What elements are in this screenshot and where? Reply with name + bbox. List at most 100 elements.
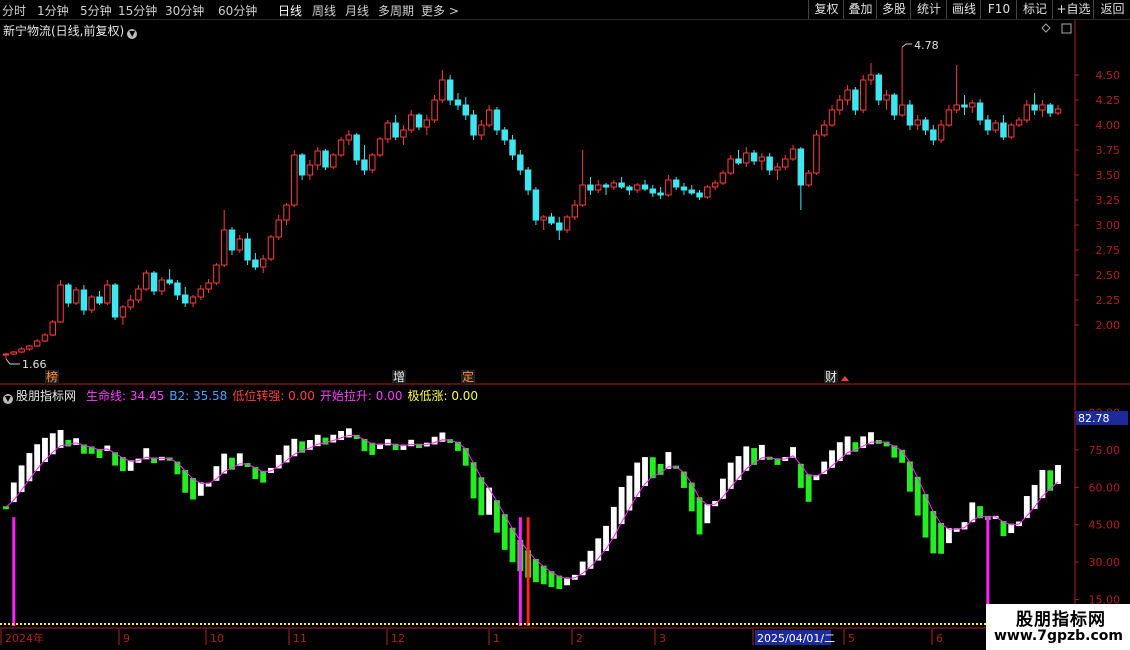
candle-body [945, 109, 953, 126]
candle-body [80, 289, 88, 311]
chevron-down-icon[interactable]: ▼ [127, 29, 138, 39]
candle-body [213, 264, 220, 284]
candle-body [969, 102, 976, 108]
signal-bar [12, 517, 16, 626]
candle-body [454, 99, 462, 106]
toolbar-button-4[interactable]: 画线 [946, 0, 981, 19]
candle-body [384, 122, 392, 140]
candle-body [961, 104, 968, 108]
tab-3[interactable]: 15分钟 [118, 2, 157, 19]
time-label: 10 [210, 632, 224, 645]
candle-body [828, 109, 836, 126]
candle-body [595, 184, 602, 191]
candle-body [789, 148, 797, 160]
event-marker: 榜 [46, 369, 58, 384]
indicator-block [65, 439, 72, 447]
toolbar-button-3[interactable]: 统计 [910, 0, 947, 19]
ind-tick-label: 75.00 [1089, 444, 1121, 457]
indicator-block [190, 477, 196, 500]
tab-4[interactable]: 30分钟 [165, 2, 204, 19]
indicator-field-0: 生命线: 34.45 [86, 389, 165, 403]
toolbar-button-1[interactable]: 叠加 [843, 0, 877, 19]
indicator-block [696, 497, 703, 535]
tab-8[interactable]: 月线 [345, 2, 369, 19]
tab-7[interactable]: 周线 [312, 2, 336, 19]
toolbar-button-5[interactable]: F10 [980, 0, 1017, 19]
candle-body [587, 184, 594, 191]
indicator-block [836, 442, 843, 462]
candle-body [33, 340, 41, 347]
indicator-block [197, 482, 204, 496]
price-tick-label: 2.75 [1096, 244, 1121, 257]
indicator-block [1047, 470, 1054, 491]
ind-tick-label: 45.00 [1089, 519, 1121, 532]
candle-body [914, 119, 921, 126]
price-tick-label: 3.25 [1096, 194, 1121, 207]
time-label: 2 [576, 632, 583, 645]
indicator-fields: 生命线: 34.45 B2: 35.58 低位转强: 0.00 开始拉升: 0.00 极… [81, 389, 483, 403]
candle-body [618, 182, 625, 188]
chevron-down-icon[interactable]: ▼ [3, 394, 13, 404]
candle-body [127, 299, 134, 308]
toolbar-button-8[interactable]: 返回 [1093, 0, 1130, 19]
candle-body [937, 124, 945, 141]
candle-body [992, 122, 999, 131]
tab-9[interactable]: 多周期 [378, 2, 414, 19]
candle-body [478, 124, 485, 136]
toolbar-button-6[interactable]: 标记 [1016, 0, 1053, 19]
event-marker: 增 [393, 370, 405, 384]
candle-body [774, 166, 781, 171]
up-arrow-icon [841, 376, 849, 381]
candle-body [719, 172, 727, 184]
candle-body [220, 229, 228, 266]
ind-tick-label: 60.00 [1089, 481, 1121, 494]
toolbar-button-0[interactable]: 复权 [808, 0, 844, 19]
indicator-field-2: 低位转强: 0.00 [232, 389, 315, 403]
toolbar-button-7[interactable]: +自选 [1052, 0, 1094, 19]
indicator-block [462, 448, 469, 466]
candle-body [369, 154, 376, 171]
candle-body [2, 353, 10, 356]
candle-body [813, 134, 820, 174]
candle-body [540, 216, 547, 221]
event-marker: 定 [462, 369, 474, 384]
candle-body [291, 154, 298, 206]
tab-6[interactable]: 日线 [278, 2, 302, 19]
candle-body [953, 104, 960, 111]
indicator-name[interactable]: 股朋指标网 [16, 389, 76, 403]
candle-body [423, 119, 431, 128]
indicator-block [384, 439, 391, 446]
toolbar-button-2[interactable]: 多股 [876, 0, 911, 19]
candle-body [111, 284, 119, 318]
candle-body [867, 74, 875, 81]
tab-1[interactable]: 1分钟 [37, 2, 69, 19]
signal-bar [526, 517, 530, 626]
candle-body [579, 184, 586, 206]
candle-body [509, 139, 516, 156]
indicator-block [369, 442, 376, 455]
tab-5[interactable]: 60分钟 [218, 2, 257, 19]
tab-10[interactable]: 更多 > [421, 2, 459, 19]
time-cursor-label: 2025/04/01/二 [757, 632, 835, 645]
candle-body [1015, 119, 1023, 126]
period-toolbar: 分时 1分钟 5分钟 15分钟 30分钟 60分钟 日线 周线 月线 多周期 更多 > 复权 叠加 多股统… [0, 0, 1130, 20]
price-tick-label: 3.75 [1096, 144, 1121, 157]
candle-body [353, 134, 360, 161]
candle-body [1008, 124, 1015, 138]
candle-body [501, 129, 508, 141]
price-tick-label: 4.50 [1096, 69, 1121, 82]
candle-body [836, 99, 844, 111]
candle-body [306, 164, 314, 176]
candle-body [633, 184, 641, 191]
candle-body [883, 94, 890, 101]
watermark-url: www.7gpzb.com [994, 628, 1124, 644]
tab-0[interactable]: 分时 [2, 2, 26, 19]
indicator-block [1000, 521, 1007, 537]
candle-body [1023, 104, 1031, 121]
price-tick-label: 4.25 [1096, 94, 1121, 107]
tab-2[interactable]: 5分钟 [80, 2, 112, 19]
candle-body [797, 148, 805, 186]
candle-body [844, 89, 851, 101]
indicator-block [1055, 465, 1061, 484]
indicator-block [1031, 484, 1038, 509]
